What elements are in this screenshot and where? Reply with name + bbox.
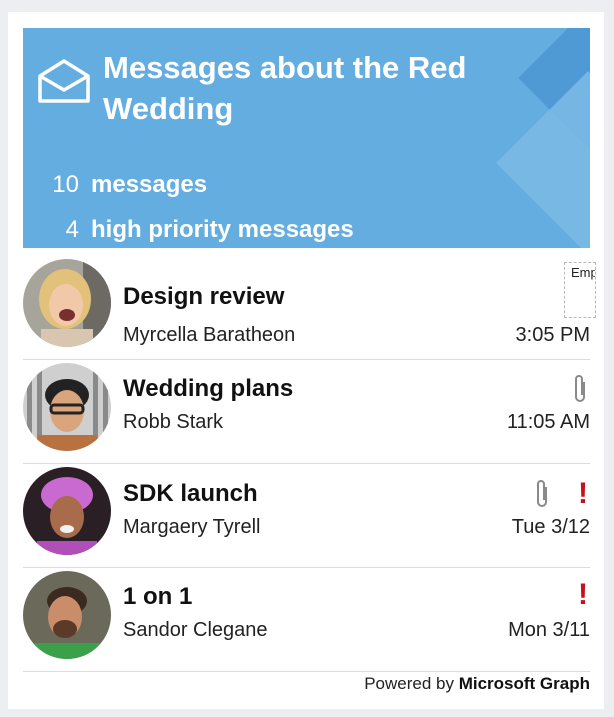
message-list: Design review Myrcella Baratheon 3:05 PM… <box>23 256 596 672</box>
message-subject: SDK launch <box>123 480 258 507</box>
card-header: Messages about the Red Wedding 10 message… <box>23 28 590 248</box>
message-indicators <box>572 372 588 406</box>
empty-column-placeholder: Empty Column <box>564 262 596 318</box>
message-row[interactable]: Design review Myrcella Baratheon 3:05 PM… <box>23 256 596 360</box>
priority-count: 4 high priority messages <box>37 213 354 247</box>
priority-count-label: high priority messages <box>91 216 354 243</box>
message-sender: Margaery Tyrell <box>123 516 261 538</box>
message-subject: 1 on 1 <box>123 583 193 610</box>
message-indicators: ! <box>578 578 588 612</box>
messages-card: Messages about the Red Wedding 10 message… <box>8 12 604 709</box>
message-subject: Design review <box>123 283 285 310</box>
footer-brand[interactable]: Microsoft Graph <box>459 674 590 693</box>
message-time: 11:05 AM <box>506 411 590 433</box>
message-row[interactable]: Wedding plans Robb Stark 11:05 AM <box>23 360 590 464</box>
message-count-label: messages <box>91 171 208 198</box>
paperclip-icon <box>575 375 585 402</box>
footer-prefix: Powered by <box>364 674 454 693</box>
message-sender: Sandor Clegane <box>123 619 268 641</box>
message-row[interactable]: SDK launch Margaery Tyrell Tue 3/12 ! <box>23 464 590 568</box>
exclamation-icon: ! <box>578 477 588 510</box>
powered-by-footer: Powered by Microsoft Graph <box>364 674 590 694</box>
message-time: 3:05 PM <box>515 324 590 346</box>
message-count-value: 10 <box>52 171 79 198</box>
avatar <box>23 571 111 659</box>
envelope-open-icon <box>38 59 90 103</box>
priority-count-value: 4 <box>65 216 79 243</box>
message-indicators: ! <box>534 477 588 511</box>
message-count: 10 messages <box>37 168 207 202</box>
message-time: Mon 3/11 <box>508 619 590 641</box>
message-subject: Wedding plans <box>123 375 294 402</box>
avatar <box>23 363 111 451</box>
card-title: Messages about the Red Wedding <box>103 50 467 126</box>
avatar <box>23 467 111 555</box>
message-sender: Myrcella Baratheon <box>123 324 296 346</box>
message-time: Tue 3/12 <box>511 516 590 538</box>
avatar <box>23 259 111 347</box>
message-sender: Robb Stark <box>123 411 224 433</box>
paperclip-icon <box>537 480 547 507</box>
exclamation-icon: ! <box>578 578 588 611</box>
message-row[interactable]: 1 on 1 Sandor Clegane Mon 3/11 ! <box>23 568 590 672</box>
